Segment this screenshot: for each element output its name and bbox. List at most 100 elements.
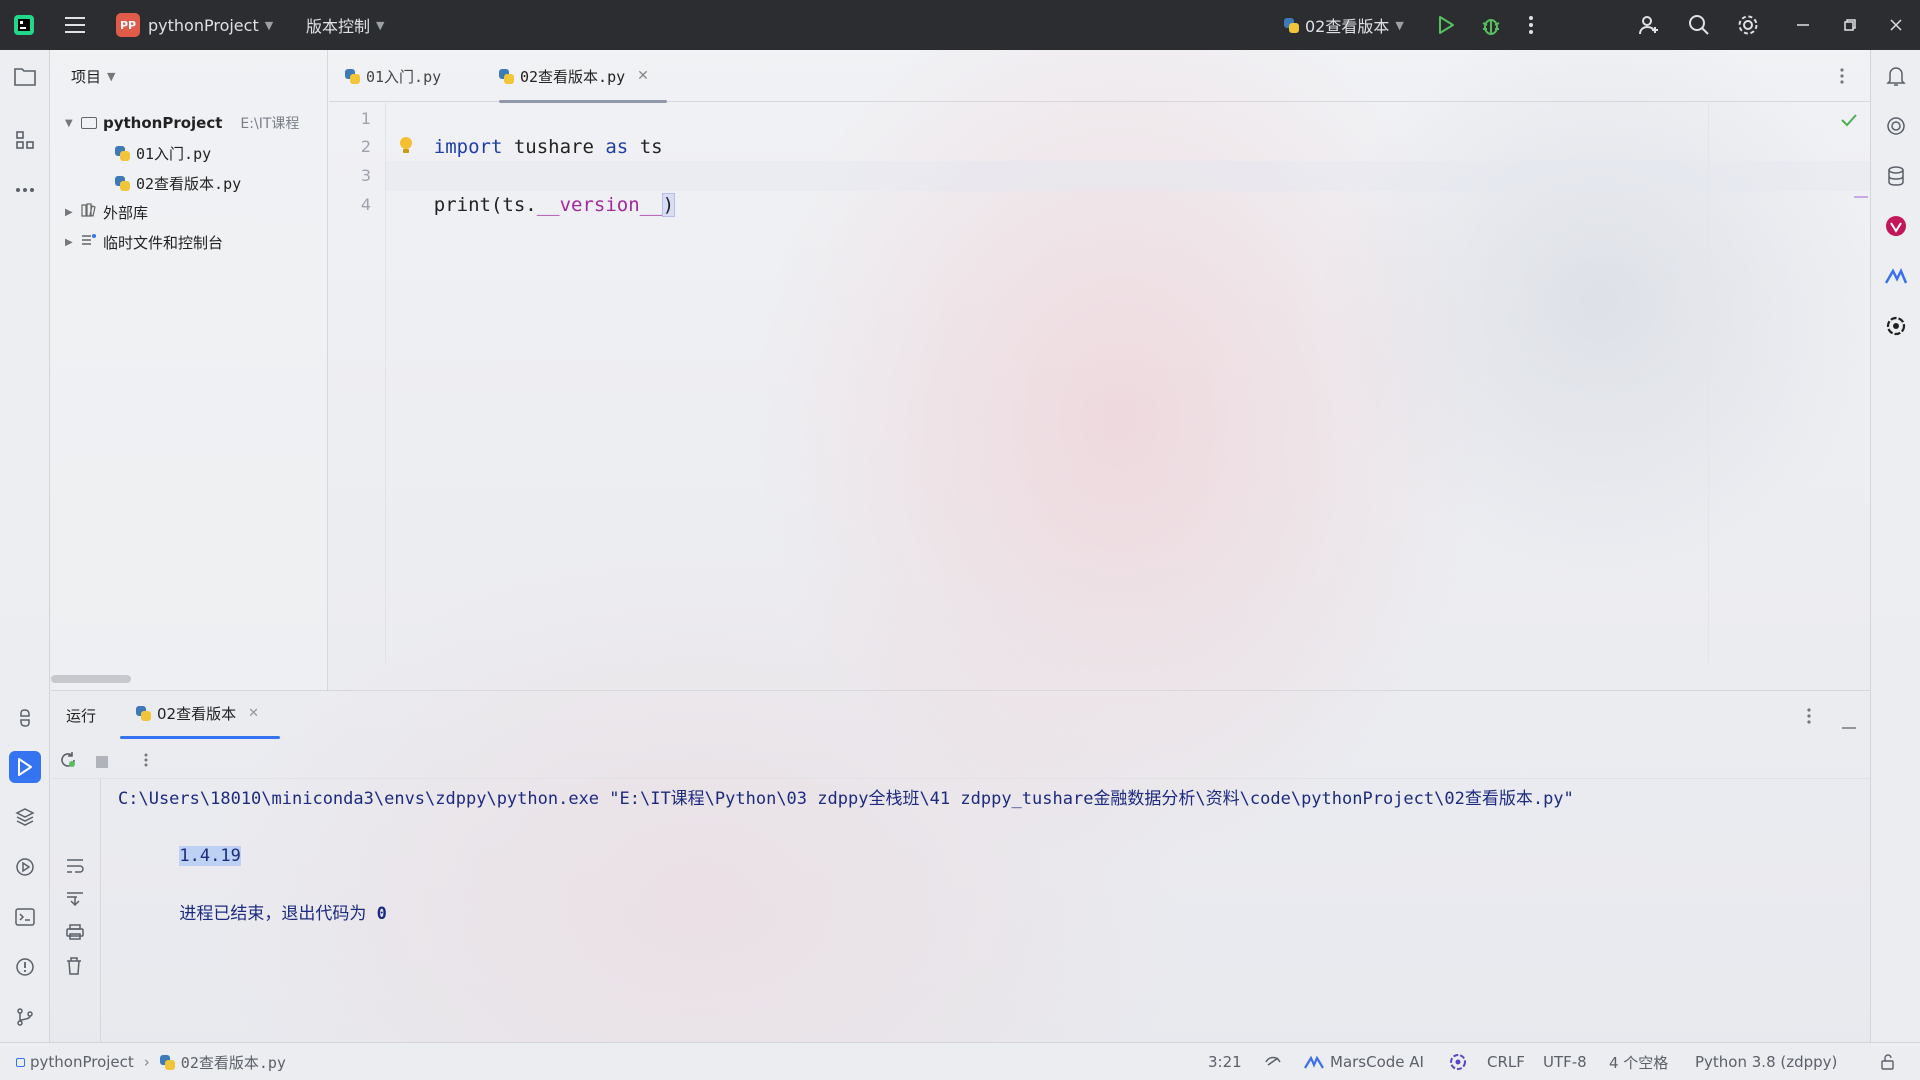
run-config-selector[interactable]: 02查看版本 ▼: [1284, 0, 1404, 50]
close-tab-icon[interactable]: ✕: [248, 706, 259, 721]
indent-setting[interactable]: 4 个空格: [1609, 1043, 1668, 1080]
terminal-icon[interactable]: [9, 901, 41, 933]
tree-scratches[interactable]: ▶ 临时文件和控制台: [65, 229, 223, 255]
services-icon[interactable]: [9, 851, 41, 883]
marscode-icon[interactable]: [1880, 260, 1912, 292]
main-menu-icon[interactable]: [64, 0, 86, 50]
folder-icon: [81, 117, 97, 129]
close-window-icon[interactable]: [1889, 0, 1903, 50]
left-tool-strip: [0, 50, 50, 1050]
breadcrumb-separator-icon: ›: [143, 1053, 150, 1071]
run-panel-options-icon[interactable]: [1806, 707, 1812, 729]
chevron-down-icon: ▼: [1395, 18, 1404, 32]
keyword-import: import: [433, 136, 503, 158]
more-tools-icon[interactable]: [9, 174, 41, 206]
python-packages-icon[interactable]: [9, 702, 41, 734]
tab-02-version[interactable]: 02查看版本.py ✕: [499, 50, 667, 103]
ai-assistant-spiral-icon[interactable]: [1880, 110, 1912, 142]
app-logo-icon[interactable]: [12, 0, 36, 50]
add-user-icon[interactable]: [1638, 0, 1660, 50]
python-file-icon: [499, 68, 514, 84]
line-separator[interactable]: CRLF: [1487, 1043, 1525, 1080]
project-selector[interactable]: PP pythonProject ▼: [116, 0, 273, 50]
breadcrumb-file[interactable]: 02查看版本.py: [181, 1052, 286, 1073]
problems-icon[interactable]: [9, 951, 41, 983]
run-tab-02-version[interactable]: 02查看版本 ✕: [136, 703, 259, 724]
scroll-to-end-icon[interactable]: [66, 891, 84, 911]
stop-icon[interactable]: [95, 754, 109, 773]
project-panel-header[interactable]: 项目 ▼: [71, 66, 115, 87]
tab-01-intro[interactable]: 01入门.py: [345, 50, 441, 102]
restore-window-icon[interactable]: [1843, 0, 1857, 50]
tree-external-libraries[interactable]: ▶ 外部库: [65, 199, 148, 225]
print-icon[interactable]: [66, 924, 84, 944]
tree-file-01[interactable]: 01入门.py: [115, 140, 211, 166]
project-panel-title: 项目: [71, 68, 102, 86]
notifications-bell-icon[interactable]: [1880, 60, 1912, 92]
python-file-icon: [136, 706, 151, 721]
python-file-icon: [159, 1054, 175, 1070]
run-tool-icon[interactable]: [9, 751, 41, 783]
exit-message: 进程已结束，退出代码为: [179, 904, 377, 924]
debug-button[interactable]: [1480, 0, 1502, 50]
external-libs-label: 外部库: [103, 203, 149, 222]
plugin-logo-icon[interactable]: [1880, 210, 1912, 242]
root-folder-name: pythonProject: [103, 114, 223, 132]
codeium-icon[interactable]: [1448, 1043, 1468, 1080]
breadcrumb-project[interactable]: pythonProject: [30, 1053, 134, 1071]
settings-gear-icon[interactable]: [1737, 0, 1759, 50]
file-encoding[interactable]: UTF-8: [1543, 1043, 1587, 1080]
openai-logo-icon[interactable]: [1880, 310, 1912, 342]
soft-wrap-icon[interactable]: [66, 858, 84, 878]
layers-icon[interactable]: [9, 801, 41, 833]
tabs-more-icon[interactable]: [1839, 50, 1845, 102]
exit-code: 0: [376, 904, 387, 924]
code-line-1: import tushare as ts: [388, 105, 663, 158]
module-name: tushare: [502, 136, 606, 158]
expand-arrow-icon[interactable]: ▶: [65, 207, 81, 218]
chevron-down-icon: ▼: [264, 18, 274, 32]
python-interpreter[interactable]: Python 3.8 (zdppy): [1695, 1043, 1837, 1080]
expand-arrow-icon[interactable]: ▶: [65, 237, 81, 248]
cursor-position[interactable]: 3:21: [1208, 1043, 1242, 1080]
run-side-toolbar: [51, 779, 101, 1043]
more-actions-icon[interactable]: [1528, 0, 1534, 50]
python-file-icon: [1284, 17, 1299, 33]
minimize-window-icon[interactable]: [1796, 0, 1810, 50]
line-number: 2: [360, 137, 371, 156]
close-tab-icon[interactable]: ✕: [637, 68, 649, 84]
library-icon: [81, 203, 97, 221]
console-exit-line: 进程已结束，退出代码为 0: [118, 872, 386, 924]
vcs-menu[interactable]: 版本控制 ▼: [306, 0, 384, 50]
tab-label: 02查看版本.py: [520, 67, 626, 86]
expand-arrow-icon[interactable]: ▼: [65, 118, 81, 129]
database-icon[interactable]: [1880, 160, 1912, 192]
line-number: 4: [360, 195, 371, 214]
run-button[interactable]: [1436, 0, 1456, 50]
tree-file-02[interactable]: 02查看版本.py: [115, 170, 241, 196]
run-panel-header: 运行 02查看版本 ✕: [51, 691, 1870, 741]
readonly-lock-icon[interactable]: [1880, 1043, 1896, 1080]
rerun-icon[interactable]: [59, 751, 77, 773]
tree-root-pythonproject[interactable]: ▼ pythonProject E:\IT课程: [65, 110, 299, 136]
structure-icon[interactable]: [9, 124, 41, 156]
no-problems-check-icon[interactable]: [1840, 112, 1858, 131]
intention-lightbulb-icon[interactable]: [398, 136, 414, 161]
right-tool-strip: [1870, 50, 1920, 1050]
hide-panel-icon[interactable]: [1842, 715, 1856, 733]
python-file-icon: [115, 175, 130, 191]
right-margin-guide: [1708, 103, 1709, 663]
scrollbar-marker: [1854, 196, 1868, 198]
git-branch-icon[interactable]: [9, 1001, 41, 1033]
marscode-status[interactable]: MarsCode AI: [1304, 1043, 1424, 1080]
trash-icon[interactable]: [66, 957, 82, 979]
run-more-icon[interactable]: [143, 752, 149, 772]
horizontal-scrollbar[interactable]: [51, 675, 131, 683]
python-file-icon: [345, 68, 360, 84]
line-number: 3: [360, 166, 371, 185]
console-command-line: C:\Users\18010\miniconda3\envs\zdppy\pyt…: [118, 789, 1574, 809]
project-folder-icon[interactable]: [9, 60, 41, 92]
search-icon[interactable]: [1688, 0, 1710, 50]
run-config-label: 02查看版本: [1305, 17, 1390, 36]
inspection-icon[interactable]: [1264, 1043, 1282, 1080]
